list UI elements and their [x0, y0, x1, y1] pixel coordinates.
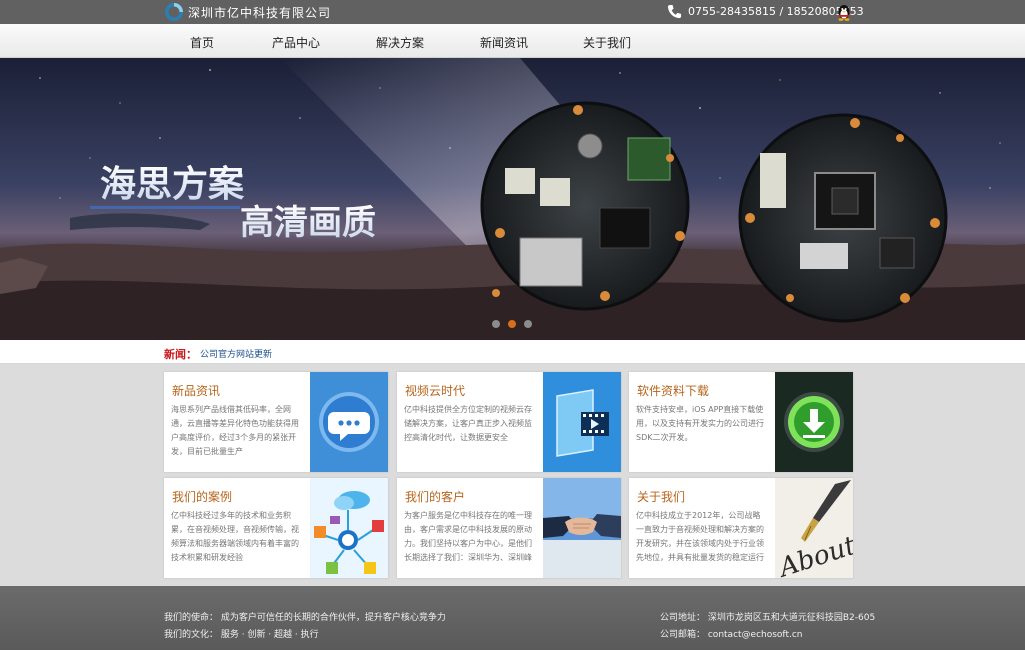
- banner-headline-1: 海思方案: [100, 164, 245, 205]
- footer-mission: 我们的使命： 成为客户可信任的长期的合作伙伴，提升客户核心竞争力: [164, 613, 446, 623]
- card-title: 视频云时代: [405, 384, 466, 398]
- nav-news[interactable]: 新闻资讯: [480, 34, 528, 51]
- card-title: 新品资讯: [172, 384, 221, 398]
- nav-home[interactable]: 首页: [190, 34, 214, 51]
- main-navigation: 首页 产品中心 解决方案 新闻资讯 关于我们: [0, 24, 1025, 58]
- top-bar: 深圳市亿中科技有限公司 0755-28435815 / 18520805753: [0, 0, 1025, 24]
- slide-dot-1[interactable]: [492, 320, 500, 328]
- banner-headline-2: 高清画质: [240, 203, 376, 243]
- fountain-pen-icon: About: [775, 478, 853, 578]
- hero-banner[interactable]: 海思方案 高清画质: [0, 58, 1025, 340]
- footer-culture: 我们的文化： 服务 · 创新 · 超越 · 执行: [164, 630, 319, 640]
- card-video-cloud[interactable]: 视频云时代 亿中科技提供全方位定制的视频云存储解决方案，让客户真正步入视频监控高…: [397, 372, 621, 472]
- nav-products[interactable]: 产品中心: [272, 34, 320, 51]
- footer-email[interactable]: 公司邮箱： contact@echosoft.cn: [660, 627, 802, 640]
- news-label: 新闻：: [164, 348, 197, 361]
- nav-solutions[interactable]: 解决方案: [376, 34, 424, 51]
- card-software-download[interactable]: 软件资料下载 软件支持安卓，iOS APP直接下载使用，以及支持有开发实力的公司…: [629, 372, 853, 472]
- qq-penguin-icon[interactable]: [837, 3, 851, 21]
- video-film-icon: [543, 372, 621, 472]
- news-ticker: 新闻： 公司官方网站更新: [0, 340, 1025, 364]
- card-new-products[interactable]: 新品资讯 海思系列产品线借其低码率，全网通，云直播等差异化特色功能获得用户高度评…: [164, 372, 388, 472]
- card-description: 亿中科技提供全方位定制的视频云存储解决方案，让客户真正步入视频监控高清化时代，让…: [404, 405, 532, 442]
- slide-indicators: [492, 320, 532, 328]
- company-name: 深圳市亿中科技有限公司: [188, 6, 332, 20]
- company-logo-icon[interactable]: [164, 2, 184, 22]
- handshake-icon: [543, 478, 621, 578]
- card-description: 亿中科技成立于2012年，公司战略一直致力于音视频处理和解决方案的开发研究，并在…: [636, 511, 764, 562]
- card-title: 我们的客户: [405, 490, 466, 504]
- card-title: 我们的案例: [172, 490, 233, 504]
- card-description: 为客户服务是亿中科技存在的唯一理由，客户需求是亿中科技发展的原动力。我们坚持以客…: [404, 511, 532, 562]
- card-description: 海思系列产品线借其低码率，全网通，云直播等差异化特色功能获得用户高度评价，经过3…: [171, 405, 299, 456]
- card-our-clients[interactable]: 我们的客户 为客户服务是亿中科技存在的唯一理由，客户需求是亿中科技发展的原动力。…: [397, 478, 621, 578]
- download-icon: [775, 372, 853, 472]
- card-description: 软件支持安卓，iOS APP直接下载使用，以及支持有开发实力的公司进行SDK二次…: [636, 405, 764, 442]
- card-title: 软件资料下载: [637, 384, 710, 398]
- slide-dot-2[interactable]: [508, 320, 516, 328]
- nav-about[interactable]: 关于我们: [583, 34, 631, 51]
- site-footer: 我们的使命： 成为客户可信任的长期的合作伙伴，提升客户核心竞争力 我们的文化： …: [0, 586, 1025, 650]
- card-about-us[interactable]: 关于我们 亿中科技成立于2012年，公司战略一直致力于音视频处理和解决方案的开发…: [629, 478, 853, 578]
- card-title: 关于我们: [637, 490, 686, 504]
- banner-artwork: 海思方案 高清画质: [0, 58, 1025, 340]
- chat-bubble-icon: [310, 372, 388, 472]
- footer-address: 公司地址： 深圳市龙岗区五和大道元征科技园B2-605: [660, 613, 876, 623]
- card-description: 亿中科技经过多年的技术和业务积累，在音视频处理，音视频传输，视频算法和服务器端领…: [171, 511, 299, 562]
- circuit-board-1-image: [480, 101, 690, 311]
- circuit-board-2-image: [738, 113, 948, 323]
- network-cloud-icon: [310, 478, 388, 578]
- feature-cards: 新品资讯 海思系列产品线借其低码率，全网通，云直播等差异化特色功能获得用户高度评…: [0, 364, 1025, 586]
- slide-dot-3[interactable]: [524, 320, 532, 328]
- phone-icon: [667, 4, 682, 19]
- card-our-cases[interactable]: 我们的案例 亿中科技经过多年的技术和业务积累，在音视频处理，音视频传输，视频算法…: [164, 478, 388, 578]
- news-link[interactable]: 公司官方网站更新: [200, 347, 272, 360]
